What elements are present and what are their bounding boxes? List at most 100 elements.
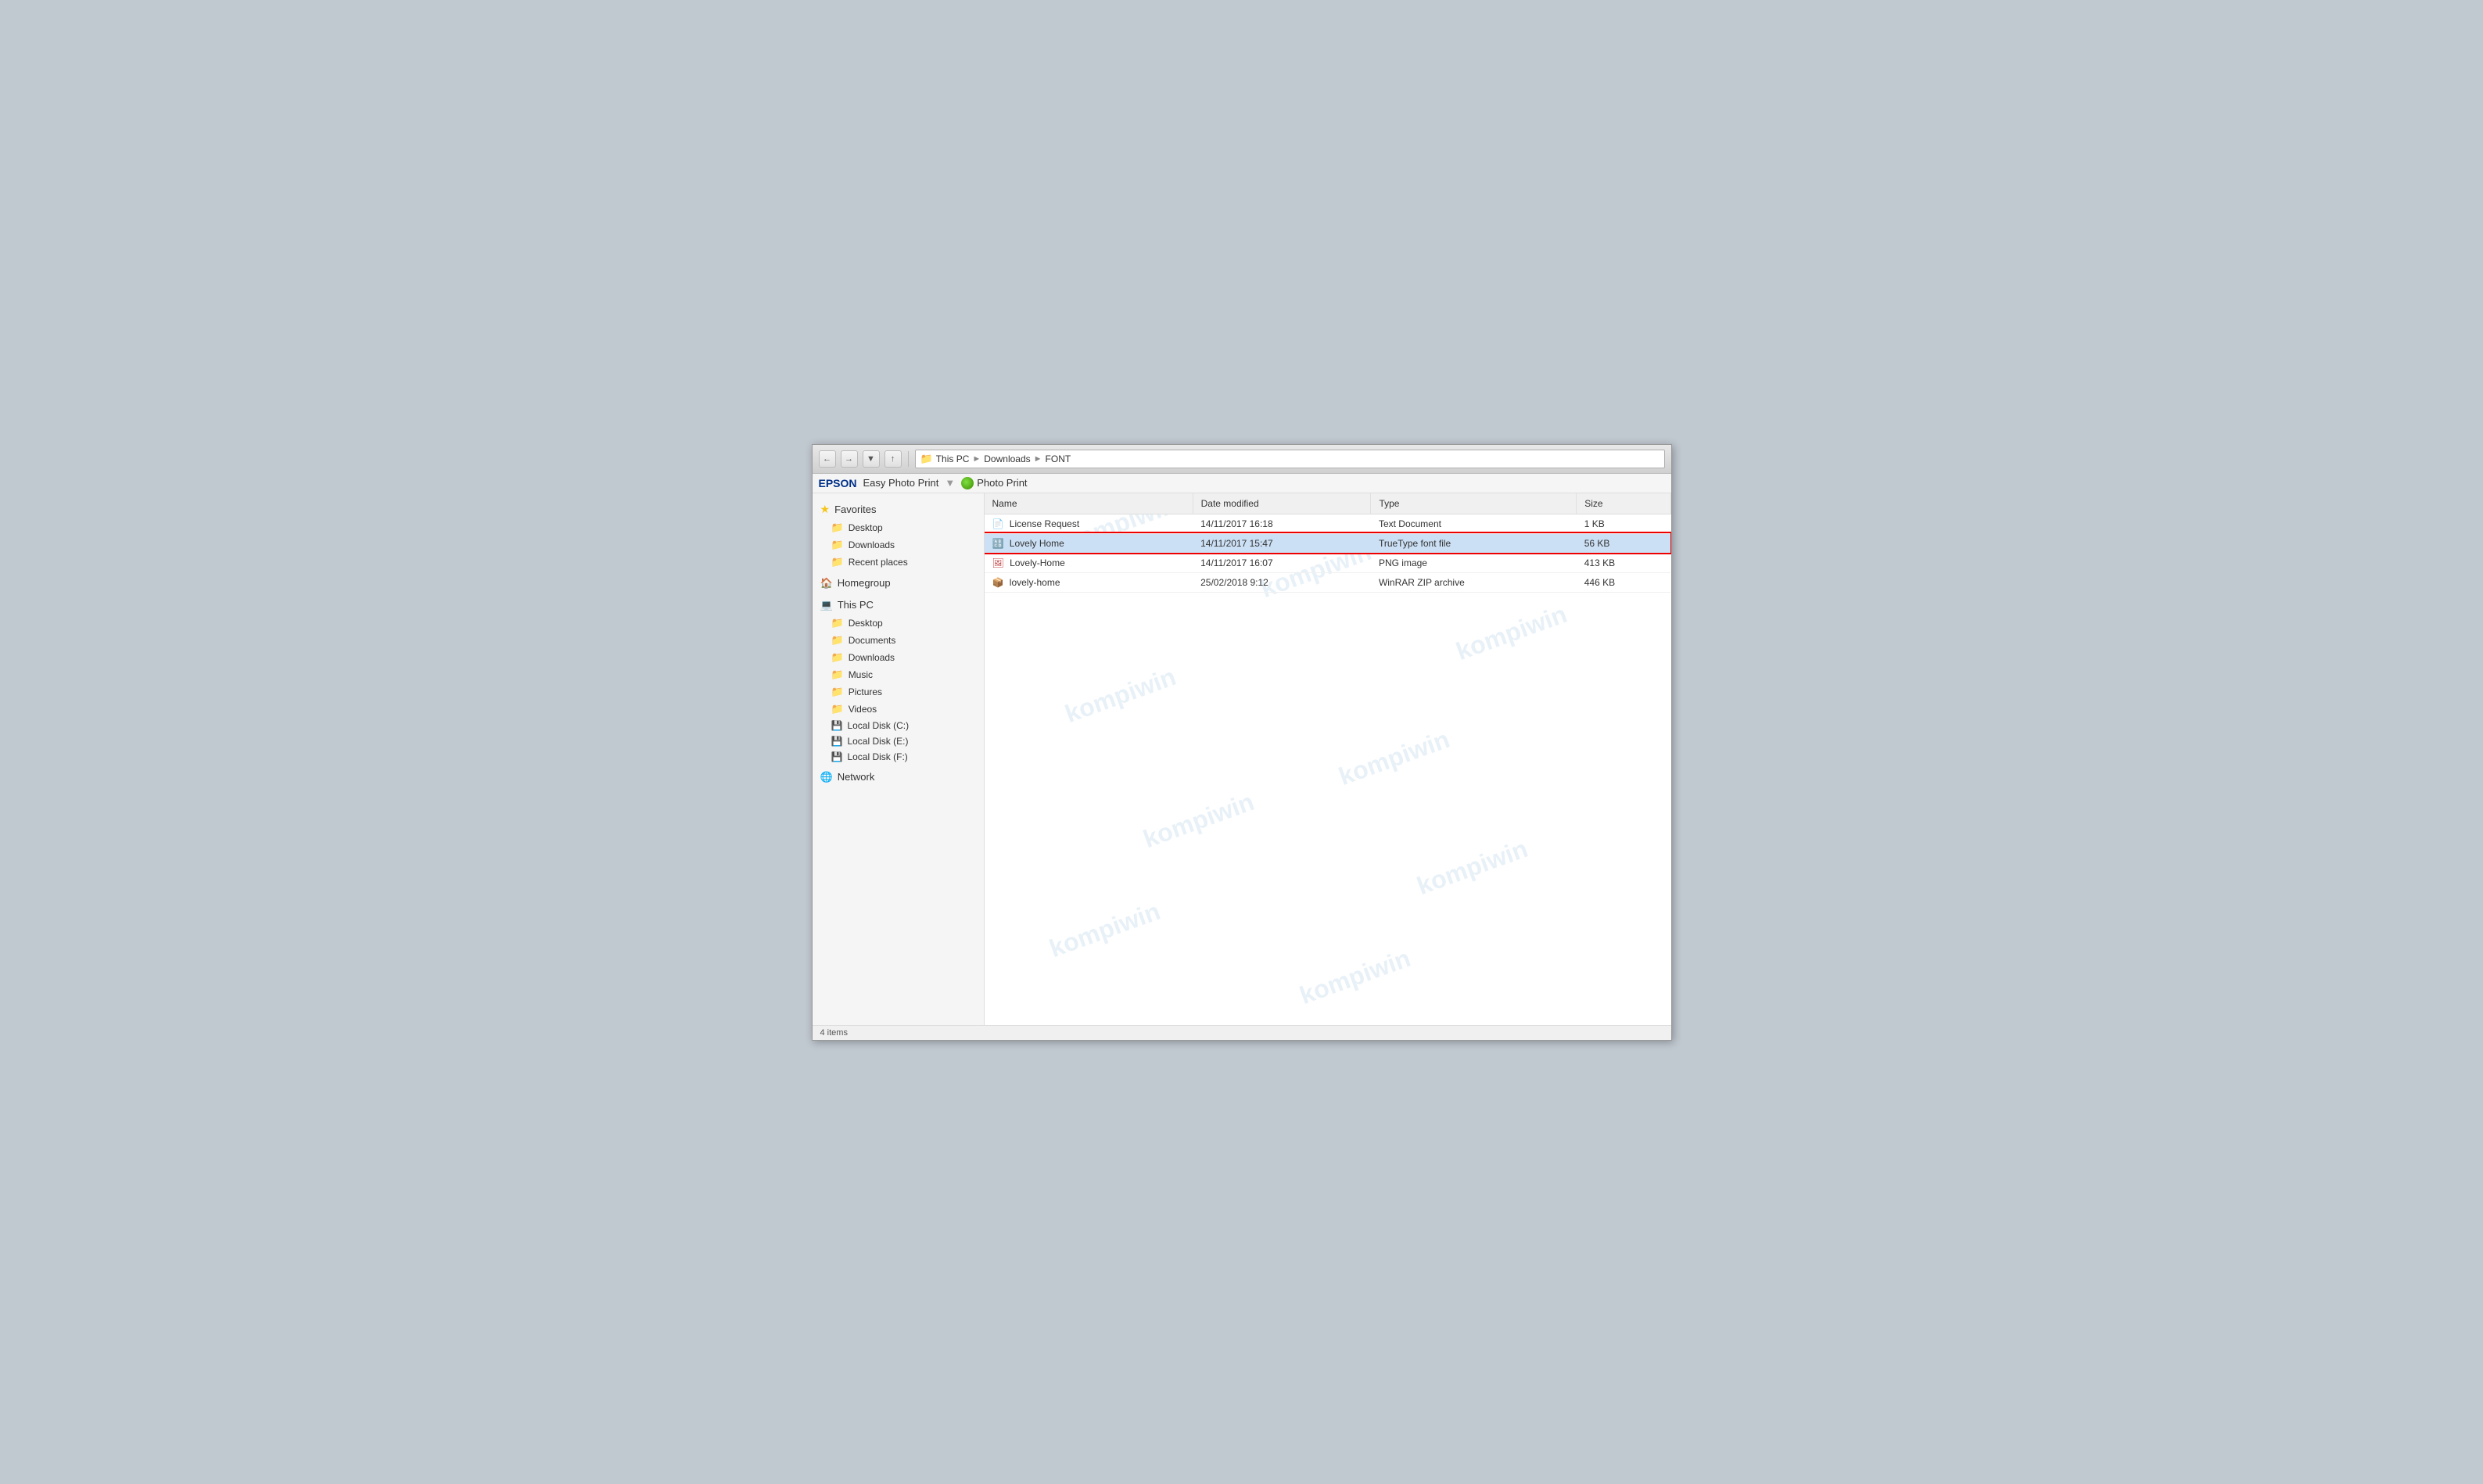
file-type-icon: 🖼 [992, 557, 1004, 568]
address-bar[interactable]: 📁 This PC ► Downloads ► FONT [915, 450, 1665, 468]
watermark-5: kompiwin [1335, 724, 1453, 790]
path-sep-1: ► [972, 454, 981, 464]
sidebar-thispc-header[interactable]: 💻 This PC [813, 596, 984, 615]
file-type-cell: TrueType font file [1371, 533, 1577, 553]
file-type-cell: Text Document [1371, 514, 1577, 533]
file-size-cell: 446 KB [1577, 572, 1670, 592]
watermark-4: kompiwin [1061, 661, 1179, 728]
path-part-downloads: Downloads [984, 453, 1030, 464]
file-name-cell: 📄 License Request [985, 514, 1193, 533]
network-icon: 🌐 [820, 771, 833, 783]
watermark-3: kompiwin [1452, 599, 1570, 665]
sidebar-item-downloads-fav[interactable]: 📁 Downloads [813, 536, 984, 554]
sidebar-item-videos-pc[interactable]: 📁 Videos [813, 701, 984, 718]
star-icon: ★ [820, 503, 831, 516]
folder-icon: 📁 [831, 617, 844, 629]
file-name-cell: 📦 lovely-home [985, 572, 1193, 592]
folder-icon: 📁 [831, 669, 844, 681]
file-size-cell: 56 KB [1577, 533, 1670, 553]
file-size-cell: 1 KB [1577, 514, 1670, 533]
file-name: Lovely Home [1010, 538, 1064, 549]
file-date-cell: 25/02/2018 9:12 [1193, 572, 1371, 592]
sidebar-item-pictures-pc[interactable]: 📁 Pictures [813, 683, 984, 701]
photo-print-label: Photo Print [977, 477, 1027, 489]
file-name-cell: 🔠 Lovely Home [985, 533, 1193, 553]
file-date-cell: 14/11/2017 15:47 [1193, 533, 1371, 553]
table-header-row: Name Date modified Type Size [985, 493, 1671, 514]
sidebar-item-label: Desktop [849, 618, 883, 629]
explorer-window: ← → ▼ ↑ 📁 This PC ► Downloads ► FONT EPS… [812, 444, 1672, 1041]
sidebar-item-label: Local Disk (E:) [847, 736, 908, 747]
homegroup-icon: 🏠 [820, 577, 833, 590]
sidebar-item-desktop-pc[interactable]: 📁 Desktop [813, 615, 984, 632]
disk-icon: 💾 [831, 736, 843, 747]
homegroup-label: Homegroup [838, 577, 891, 589]
sidebar-item-music-pc[interactable]: 📁 Music [813, 666, 984, 683]
sidebar-item-label: Recent places [849, 557, 908, 568]
pc-icon: 💻 [820, 599, 833, 611]
sidebar-thispc-section: 💻 This PC 📁 Desktop 📁 Documents 📁 Downlo… [813, 596, 984, 765]
sidebar-item-label: Local Disk (C:) [847, 720, 909, 731]
file-size-cell: 413 KB [1577, 553, 1670, 572]
file-date-cell: 14/11/2017 16:18 [1193, 514, 1371, 533]
content-area: ★ Favorites 📁 Desktop 📁 Downloads 📁 Rece… [813, 493, 1671, 1025]
photo-print-button[interactable]: Photo Print [961, 477, 1027, 489]
sidebar: ★ Favorites 📁 Desktop 📁 Downloads 📁 Rece… [813, 493, 985, 1025]
sidebar-item-downloads-pc[interactable]: 📁 Downloads [813, 649, 984, 666]
sidebar-item-label: Downloads [849, 539, 895, 550]
sidebar-item-label: Videos [849, 704, 877, 715]
sidebar-favorites-header[interactable]: ★ Favorites [813, 500, 984, 519]
file-name: License Request [1010, 518, 1079, 529]
col-date[interactable]: Date modified [1193, 493, 1371, 514]
folder-icon: 📁 [831, 556, 844, 568]
epson-toolbar: EPSON Easy Photo Print ▼ Photo Print [813, 474, 1671, 493]
table-row[interactable]: 📦 lovely-home 25/02/2018 9:12 WinRAR ZIP… [985, 572, 1671, 592]
epson-label: EPSON [819, 477, 857, 489]
col-size[interactable]: Size [1577, 493, 1670, 514]
nav-separator [908, 451, 909, 467]
main-pane: kompiwin kompiwin kompiwin kompiwin komp… [985, 493, 1671, 1025]
forward-button[interactable]: → [841, 450, 858, 468]
folder-icon: 📁 [831, 522, 844, 534]
sidebar-item-documents-pc[interactable]: 📁 Documents [813, 632, 984, 649]
sidebar-item-desktop-fav[interactable]: 📁 Desktop [813, 519, 984, 536]
watermark-9: kompiwin [1296, 943, 1414, 1009]
toolbar-separator: ▼ [945, 477, 955, 489]
watermark-8: kompiwin [1046, 896, 1164, 962]
sidebar-item-label: Downloads [849, 652, 895, 663]
sidebar-item-diskf[interactable]: 💾 Local Disk (F:) [813, 749, 984, 765]
sidebar-item-label: Desktop [849, 522, 883, 533]
sidebar-homegroup-header[interactable]: 🏠 Homegroup [813, 574, 984, 593]
address-path: This PC ► Downloads ► FONT [936, 453, 1071, 464]
sidebar-favorites-section: ★ Favorites 📁 Desktop 📁 Downloads 📁 Rece… [813, 500, 984, 571]
network-label: Network [838, 771, 875, 783]
folder-icon: 📁 [831, 703, 844, 715]
sidebar-item-recent-fav[interactable]: 📁 Recent places [813, 554, 984, 571]
table-row[interactable]: 📄 License Request 14/11/2017 16:18 Text … [985, 514, 1671, 533]
sidebar-network-section: 🌐 Network [813, 768, 984, 787]
disk-icon: 💾 [831, 751, 843, 762]
table-row[interactable]: 🔠 Lovely Home 14/11/2017 15:47 TrueType … [985, 533, 1671, 553]
col-type[interactable]: Type [1371, 493, 1577, 514]
folder-icon: 📁 [831, 686, 844, 698]
dropdown-nav-button[interactable]: ▼ [863, 450, 880, 468]
sidebar-item-diskc[interactable]: 💾 Local Disk (C:) [813, 718, 984, 733]
col-name[interactable]: Name [985, 493, 1193, 514]
path-sep-2: ► [1034, 454, 1042, 464]
watermark-7: kompiwin [1413, 833, 1531, 900]
sidebar-homegroup-section: 🏠 Homegroup [813, 574, 984, 593]
green-circle-icon [961, 477, 974, 489]
table-row[interactable]: 🖼 Lovely-Home 14/11/2017 16:07 PNG image… [985, 553, 1671, 572]
file-type-icon: 📄 [992, 518, 1004, 529]
status-count: 4 items [820, 1028, 848, 1038]
file-table: Name Date modified Type Size 📄 License R… [985, 493, 1671, 593]
back-button[interactable]: ← [819, 450, 836, 468]
sidebar-item-diske[interactable]: 💾 Local Disk (E:) [813, 733, 984, 749]
sidebar-network-header[interactable]: 🌐 Network [813, 768, 984, 787]
up-button[interactable]: ↑ [884, 450, 902, 468]
disk-icon: 💾 [831, 720, 843, 731]
sidebar-item-label: Local Disk (F:) [847, 751, 907, 762]
file-type-cell: WinRAR ZIP archive [1371, 572, 1577, 592]
sidebar-item-label: Pictures [849, 686, 882, 697]
file-type-icon: 📦 [992, 577, 1004, 588]
